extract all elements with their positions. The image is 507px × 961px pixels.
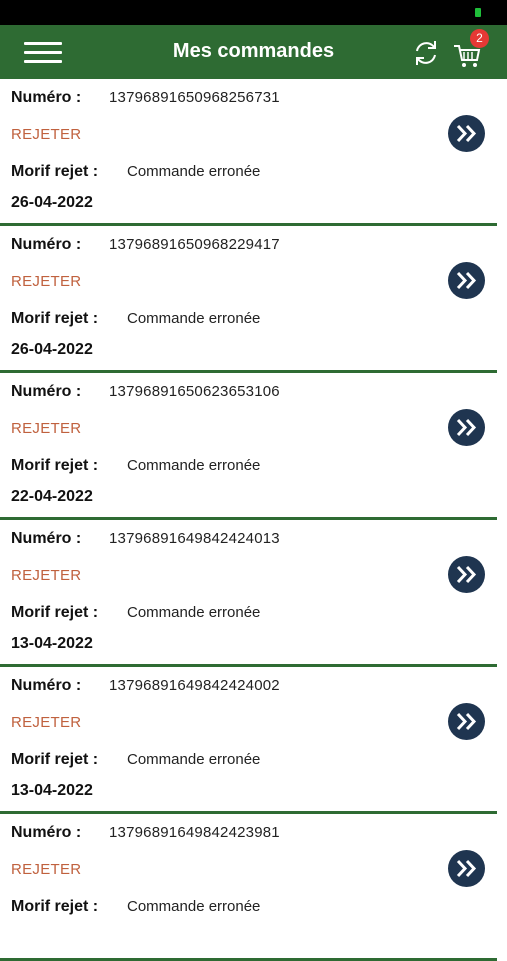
double-chevron-right-icon [456, 859, 477, 878]
motif-label: Morif rejet : [11, 457, 99, 474]
motif-label: Morif rejet : [11, 751, 99, 768]
reject-reason: Commande erronée [127, 604, 261, 621]
status-bar [0, 0, 507, 25]
order-detail-button[interactable] [448, 850, 485, 887]
refresh-icon [416, 41, 436, 65]
order-detail-button[interactable] [448, 556, 485, 593]
order-number: 13796891650623653106 [109, 383, 280, 400]
order-date: 26-04-2022 [11, 341, 93, 358]
order-status: REJETER [11, 420, 82, 437]
refresh-button[interactable] [411, 38, 441, 68]
order-date: 22-04-2022 [11, 488, 93, 505]
order-date: 26-04-2022 [11, 194, 93, 211]
order-status: REJETER [11, 567, 82, 584]
order-detail-button[interactable] [448, 409, 485, 446]
numero-label: Numéro : [11, 530, 82, 547]
reject-reason: Commande erronée [127, 898, 261, 915]
double-chevron-right-icon [456, 565, 477, 584]
order-number: 13796891650968229417 [109, 236, 280, 253]
order-status: REJETER [11, 273, 82, 290]
motif-label: Morif rejet : [11, 604, 99, 621]
numero-label: Numéro : [11, 89, 82, 106]
orders-list: Numéro : 13796891650968256731 REJETER Mo… [0, 79, 507, 961]
numero-label: Numéro : [11, 236, 82, 253]
double-chevron-right-icon [456, 271, 477, 290]
order-card[interactable]: Numéro : 13796891649842423981 REJETER Mo… [0, 814, 497, 961]
order-card[interactable]: Numéro : 13796891650968229417 REJETER Mo… [0, 226, 497, 373]
double-chevron-right-icon [456, 418, 477, 437]
motif-label: Morif rejet : [11, 163, 99, 180]
order-date: 13-04-2022 [11, 782, 93, 799]
numero-label: Numéro : [11, 824, 82, 841]
order-status: REJETER [11, 861, 82, 878]
numero-label: Numéro : [11, 677, 82, 694]
app-header: Mes commandes 2 [0, 25, 507, 79]
reject-reason: Commande erronée [127, 310, 261, 327]
order-date: 13-04-2022 [11, 635, 93, 652]
order-number: 13796891649842423981 [109, 824, 280, 841]
motif-label: Morif rejet : [11, 898, 99, 915]
order-card[interactable]: Numéro : 13796891650623653106 REJETER Mo… [0, 373, 497, 520]
cart-badge: 2 [470, 29, 489, 48]
order-status: REJETER [11, 714, 82, 731]
order-card[interactable]: Numéro : 13796891649842424002 REJETER Mo… [0, 667, 497, 814]
order-number: 13796891650968256731 [109, 89, 280, 106]
motif-label: Morif rejet : [11, 310, 99, 327]
reject-reason: Commande erronée [127, 751, 261, 768]
order-number: 13796891649842424013 [109, 530, 280, 547]
order-card[interactable]: Numéro : 13796891649842424013 REJETER Mo… [0, 520, 497, 667]
order-detail-button[interactable] [448, 703, 485, 740]
order-detail-button[interactable] [448, 115, 485, 152]
order-status: REJETER [11, 126, 82, 143]
order-detail-button[interactable] [448, 262, 485, 299]
reject-reason: Commande erronée [127, 457, 261, 474]
order-card[interactable]: Numéro : 13796891650968256731 REJETER Mo… [0, 79, 497, 226]
double-chevron-right-icon [456, 124, 477, 143]
reject-reason: Commande erronée [127, 163, 261, 180]
numero-label: Numéro : [11, 383, 82, 400]
battery-icon [475, 8, 481, 17]
double-chevron-right-icon [456, 712, 477, 731]
order-number: 13796891649842424002 [109, 677, 280, 694]
